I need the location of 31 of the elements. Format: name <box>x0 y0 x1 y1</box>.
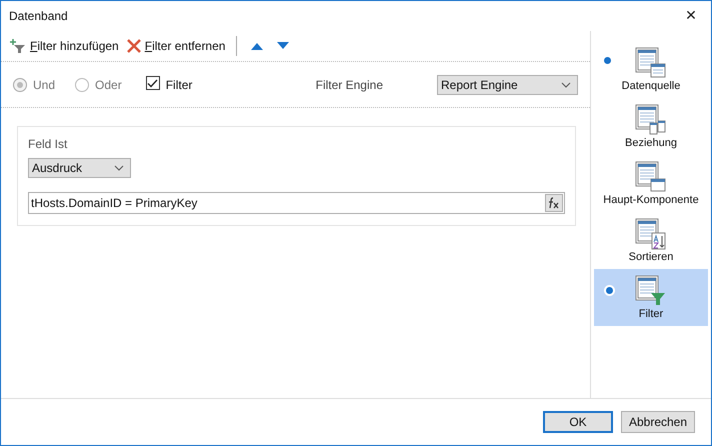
sidebar-item[interactable]: Haupt-Komponente <box>594 155 708 212</box>
field-label: Feld Ist <box>28 137 68 151</box>
sidebar-item[interactable]: Beziehung <box>594 98 708 155</box>
funnel-plus-icon <box>10 39 26 53</box>
up-arrow-icon <box>251 42 264 50</box>
table-icon <box>635 161 667 193</box>
table-icon <box>635 47 667 79</box>
caret-icon <box>561 82 571 88</box>
expression-field[interactable]: tHosts.DomainID = PrimaryKey <box>28 192 565 214</box>
cancel-button[interactable]: Abbrechen <box>621 411 695 433</box>
sidebar-item[interactable]: Datenquelle <box>594 41 708 98</box>
down-arrow-icon <box>277 42 290 50</box>
close-button[interactable]: ✕ <box>671 2 711 30</box>
check-icon <box>147 78 158 88</box>
ok-button[interactable]: OK <box>543 411 613 433</box>
table-icon <box>635 275 667 307</box>
sidebar-item[interactable]: Sortieren <box>594 212 708 269</box>
sidebar-item[interactable]: Filter <box>594 269 708 326</box>
table-icon <box>635 218 667 250</box>
function-button[interactable] <box>545 194 563 212</box>
window-title: Datenband <box>9 9 68 23</box>
engine-dropdown[interactable]: Report Engine <box>437 74 578 94</box>
filter-checkbox[interactable]: Filter <box>146 78 192 92</box>
field-dropdown[interactable]: Ausdruck <box>28 158 131 178</box>
fx-icon <box>548 197 560 209</box>
table-icon <box>635 104 667 136</box>
caret-icon <box>114 165 124 171</box>
engine-label: Filter Engine <box>316 78 383 92</box>
remove-filter-button[interactable]: Filter entfernen <box>124 37 228 55</box>
add-filter-button[interactable]: Filter hinzufügen <box>7 37 122 55</box>
cross-icon <box>126 39 141 53</box>
